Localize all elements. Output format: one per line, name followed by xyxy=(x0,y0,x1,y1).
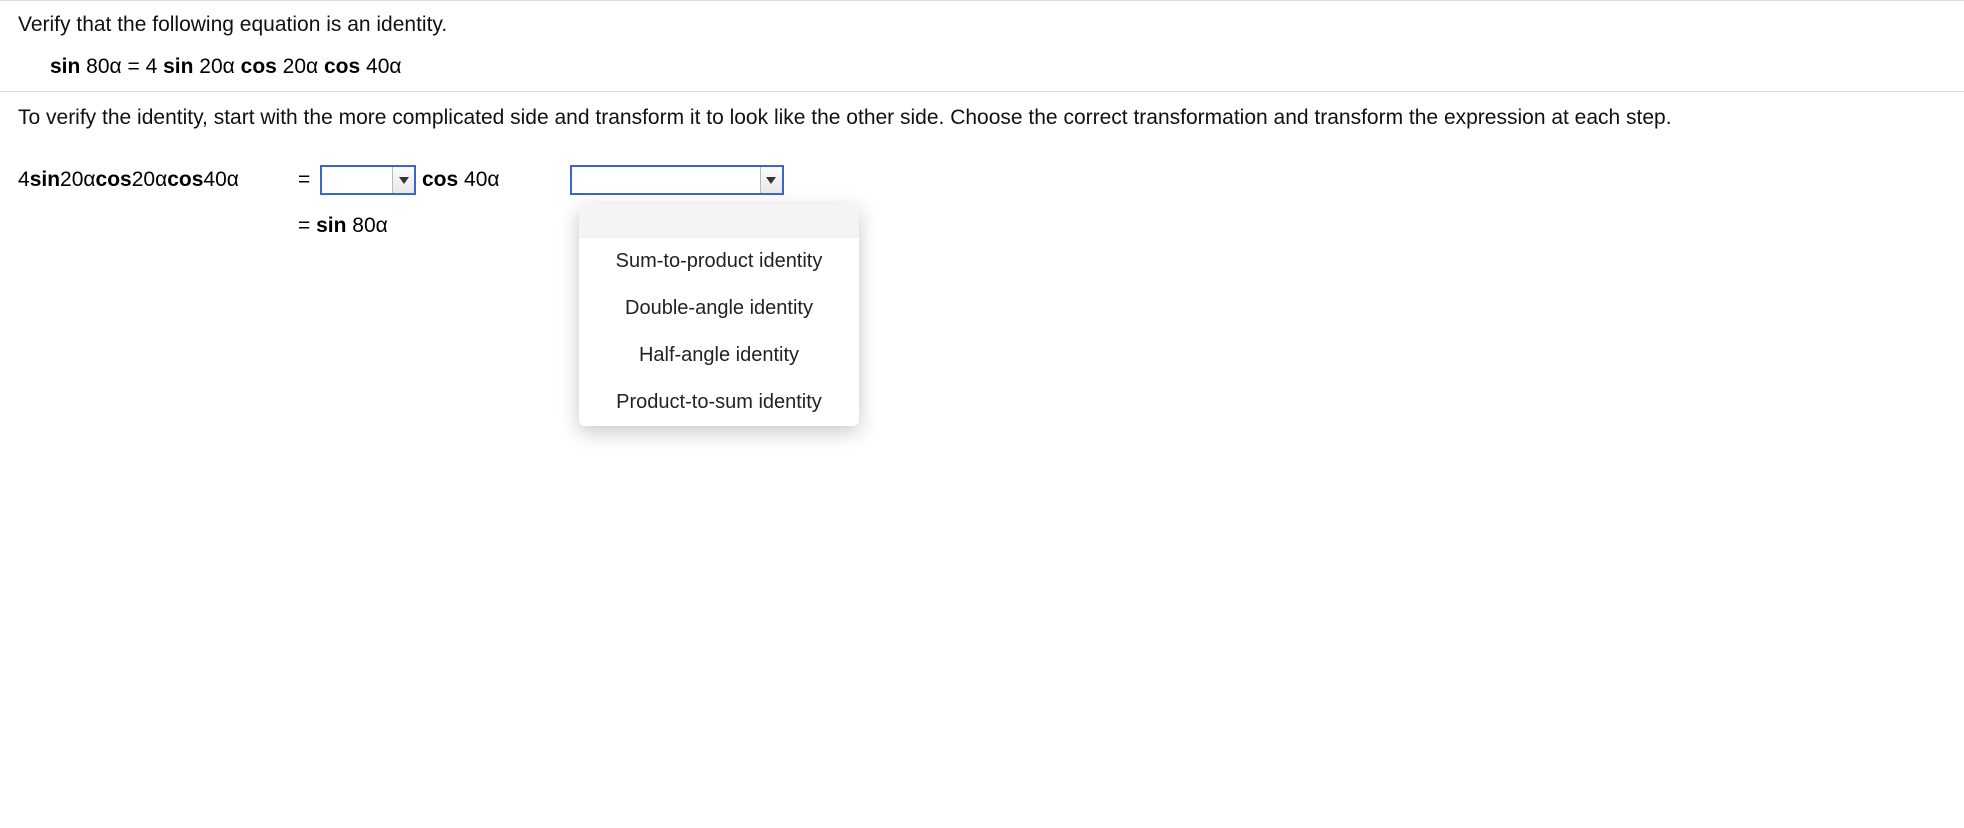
dropdown-option-double-angle[interactable]: Double-angle identity xyxy=(579,285,859,332)
after-cos: cos xyxy=(422,168,458,191)
eq-cos1: cos xyxy=(241,55,277,78)
question-section: Verify that the following equation is an… xyxy=(0,1,1964,91)
instructions-section: To verify the identity, start with the m… xyxy=(0,92,1964,144)
chevron-down-icon xyxy=(766,175,776,185)
result-expression: = sin 80α xyxy=(298,214,388,238)
after-combo1: cos 40α xyxy=(422,168,500,192)
transformation-input[interactable] xyxy=(572,167,760,193)
lhs-cos1: cos xyxy=(96,168,132,192)
lhs-a2: 20α xyxy=(132,168,168,192)
step-row-2: = sin 80α xyxy=(18,208,1946,244)
lhs-4: 4 xyxy=(18,168,30,192)
dropdown-option-sum-to-product[interactable]: Sum-to-product identity xyxy=(579,238,859,285)
equals-sign-1: = xyxy=(298,168,320,192)
answer-combo-1-toggle[interactable] xyxy=(392,167,414,193)
eq-sin2: sin xyxy=(163,55,193,78)
identity-equation: sin 80α = 4 sin 20α cos 20α cos 40α xyxy=(50,55,1946,79)
dropdown-blank-option[interactable] xyxy=(579,204,859,238)
eq-t1: 80α = 4 xyxy=(80,55,163,78)
chevron-down-icon xyxy=(399,175,409,185)
eq-t4: 40α xyxy=(360,55,401,78)
transformation-dropdown: Sum-to-product identity Double-angle ide… xyxy=(579,204,859,426)
transformation-combo[interactable] xyxy=(570,165,784,195)
lhs-a1: 20α xyxy=(60,168,96,192)
work-area: 4 sin 20α cos 20α cos 40α = cos 40α = si… xyxy=(0,144,1964,244)
row2-sin: sin xyxy=(316,214,346,237)
row2-80a: 80α xyxy=(346,214,387,237)
lhs-cos2: cos xyxy=(167,168,203,192)
answer-input-1[interactable] xyxy=(322,167,392,193)
transformation-combo-toggle[interactable] xyxy=(760,167,782,193)
eq-t2: 20α xyxy=(193,55,240,78)
eq-cos2: cos xyxy=(324,55,360,78)
dropdown-option-half-angle[interactable]: Half-angle identity xyxy=(579,332,859,379)
eq-sin1: sin xyxy=(50,55,80,78)
instructions-text: To verify the identity, start with the m… xyxy=(18,104,1938,132)
dropdown-option-product-to-sum[interactable]: Product-to-sum identity xyxy=(579,379,859,426)
after-40a: 40α xyxy=(458,168,499,191)
eq-t3: 20α xyxy=(277,55,324,78)
lhs-a3: 40α xyxy=(203,168,239,192)
row2-eq: = xyxy=(298,214,316,237)
lhs-sin: sin xyxy=(30,168,60,192)
answer-combo-1[interactable] xyxy=(320,165,416,195)
question-prompt: Verify that the following equation is an… xyxy=(18,13,1946,37)
step-row-1: 4 sin 20α cos 20α cos 40α = cos 40α xyxy=(18,162,1946,198)
lhs-expression: 4 sin 20α cos 20α cos 40α xyxy=(18,168,298,192)
